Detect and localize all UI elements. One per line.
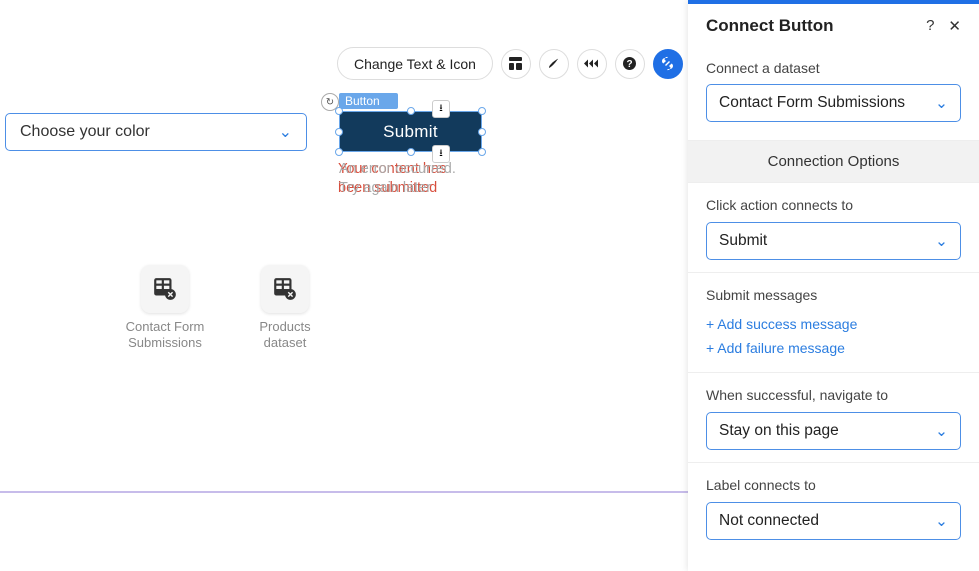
failure-message-overlay: An error occurred. Try again later — [339, 160, 484, 198]
resize-handle[interactable] — [478, 107, 486, 115]
datasets-group: Contact Form Submissions Products datase… — [125, 265, 325, 350]
navigate-value: Stay on this page — [719, 422, 935, 440]
label-connects-value: Not connected — [719, 512, 935, 530]
dataset-item[interactable]: Contact Form Submissions — [125, 265, 205, 350]
resize-handle[interactable] — [335, 148, 343, 156]
chevron-down-icon: ⌄ — [935, 94, 948, 113]
dataset-item[interactable]: Products dataset — [245, 265, 325, 350]
element-toolbar: Change Text & Icon ? — [337, 47, 683, 80]
help-icon[interactable]: ? — [615, 49, 645, 79]
chevron-down-icon: ⌄ — [279, 122, 292, 142]
connect-panel: Connect Button ? ✕ Connect a dataset Con… — [688, 0, 979, 571]
help-icon[interactable]: ? — [926, 17, 934, 35]
connect-dataset-section: Connect a dataset Contact Form Submissio… — [688, 50, 979, 140]
chevron-down-icon: ⌄ — [935, 512, 948, 531]
submit-messages-label: Submit messages — [706, 287, 961, 303]
label-connects-label: Label connects to — [706, 477, 961, 493]
design-brush-icon[interactable] — [539, 49, 569, 79]
resize-handle[interactable] — [335, 128, 343, 136]
submit-messages-section: Submit messages + Add success message + … — [688, 273, 979, 373]
close-icon[interactable]: ✕ — [948, 17, 961, 35]
color-dropdown-placeholder: Choose your color — [20, 123, 150, 141]
element-type-tag: Button — [339, 93, 398, 109]
section-divider — [0, 491, 688, 493]
panel-scroll[interactable]: Click action connects to Submit ⌄ Submit… — [688, 183, 979, 571]
panel-title: Connect Button — [706, 16, 833, 36]
connect-dataset-value: Contact Form Submissions — [719, 94, 935, 112]
label-connects-dropdown[interactable]: Not connected ⌄ — [706, 502, 961, 540]
animation-icon[interactable] — [577, 49, 607, 79]
change-text-icon-button[interactable]: Change Text & Icon — [337, 47, 493, 80]
color-dropdown[interactable]: Choose your color ⌄ — [5, 113, 307, 151]
svg-text:?: ? — [627, 59, 633, 70]
add-failure-message-link[interactable]: + Add failure message — [706, 336, 961, 360]
resize-handle[interactable] — [407, 107, 415, 115]
click-action-section: Click action connects to Submit ⌄ — [688, 183, 979, 273]
dataset-label: Products dataset — [245, 319, 325, 350]
resize-handle[interactable] — [478, 128, 486, 136]
resize-handle[interactable] — [478, 148, 486, 156]
label-connects-section: Label connects to Not connected ⌄ — [688, 463, 979, 552]
navigate-section: When successful, navigate to Stay on thi… — [688, 373, 979, 463]
submit-button-label: Submit — [383, 122, 438, 142]
dataset-icon — [141, 265, 189, 313]
panel-header: Connect Button ? ✕ — [688, 4, 979, 50]
resize-handle[interactable] — [335, 107, 343, 115]
click-action-dropdown[interactable]: Submit ⌄ — [706, 222, 961, 260]
navigate-label: When successful, navigate to — [706, 387, 961, 403]
chevron-down-icon: ⌄ — [935, 232, 948, 251]
chevron-down-icon: ⌄ — [935, 422, 948, 441]
connection-options-header: Connection Options — [688, 140, 979, 183]
click-action-value: Submit — [719, 232, 935, 250]
layout-icon[interactable] — [501, 49, 531, 79]
resize-handle[interactable] — [407, 148, 415, 156]
submit-button-element[interactable]: Submit — [339, 111, 482, 152]
dataset-icon — [261, 265, 309, 313]
navigate-dropdown[interactable]: Stay on this page ⌄ — [706, 412, 961, 450]
connect-data-icon[interactable] — [653, 49, 683, 79]
add-success-message-link[interactable]: + Add success message — [706, 312, 961, 336]
change-text-label: Change Text & Icon — [354, 56, 476, 72]
selected-element[interactable]: ↻ Button Submit ⭳ ⭳ — [339, 111, 482, 152]
download-marker-top-icon[interactable]: ⭳ — [432, 100, 450, 118]
connect-dataset-dropdown[interactable]: Contact Form Submissions ⌄ — [706, 84, 961, 122]
dataset-label: Contact Form Submissions — [125, 319, 205, 350]
editor-canvas[interactable]: Choose your color ⌄ Change Text & Icon ?… — [0, 0, 688, 571]
click-action-label: Click action connects to — [706, 197, 961, 213]
connect-dataset-label: Connect a dataset — [706, 60, 961, 76]
